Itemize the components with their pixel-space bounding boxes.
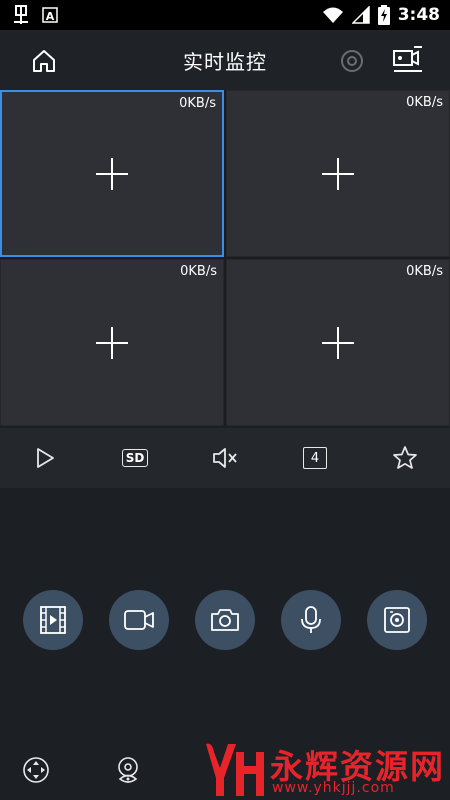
notification-app-icon (14, 5, 28, 24)
favorite-star-icon (393, 446, 417, 469)
split-screen-button[interactable]: 4 (295, 438, 335, 478)
video-cell-4[interactable]: 0KB/s (226, 259, 450, 426)
status-bar: A 3:48 (0, 0, 450, 30)
video-cell-3[interactable]: 0KB/s (0, 259, 224, 426)
mute-icon (213, 448, 237, 468)
status-time: 3:48 (397, 5, 440, 25)
signal-icon (351, 6, 370, 24)
playback-controls: SD 4 (0, 428, 450, 488)
add-channel-icon[interactable] (322, 326, 354, 359)
play-button[interactable] (25, 438, 65, 478)
record-icon (124, 610, 154, 630)
watermark: 永辉资源网 www.yhkjjj.com (200, 738, 450, 800)
watermark-url: www.yhkjjj.com (272, 780, 395, 796)
ptz-icon (384, 607, 410, 633)
play-icon (37, 448, 54, 468)
app-header: 实时监控 (0, 30, 450, 90)
video-cell-1[interactable]: 0KB/s (0, 90, 224, 257)
add-channel-icon[interactable] (96, 157, 128, 190)
direction-icon[interactable] (20, 754, 52, 786)
video-cell-2[interactable]: 0KB/s (226, 90, 450, 257)
video-grid: 0KB/s 0KB/s 0KB/s 0KB/s (0, 90, 450, 426)
add-channel-icon[interactable] (96, 326, 128, 359)
svg-text:A: A (46, 10, 55, 23)
battery-charging-icon (377, 5, 390, 25)
quality-button[interactable]: SD (115, 438, 155, 478)
bitrate-label: 0KB/s (406, 95, 443, 110)
page-title: 实时监控 (183, 49, 267, 74)
snapshot-button[interactable] (195, 590, 255, 650)
microphone-icon (301, 606, 321, 633)
bitrate-label: 0KB/s (179, 96, 216, 111)
font-a-icon: A (42, 7, 58, 23)
wifi-icon (322, 7, 343, 23)
watermark-logo-icon (206, 743, 264, 796)
video-playback-icon (40, 606, 66, 634)
action-buttons (0, 590, 450, 650)
home-icon[interactable] (30, 47, 58, 75)
record-button[interactable] (109, 590, 169, 650)
bitrate-label: 0KB/s (406, 264, 443, 279)
preset-eye-icon[interactable] (112, 754, 144, 786)
bitrate-label: 0KB/s (180, 264, 217, 279)
sd-quality-icon: SD (121, 449, 149, 467)
snapshot-camera-icon (211, 609, 239, 631)
favorite-button[interactable] (385, 438, 425, 478)
talk-button[interactable] (281, 590, 341, 650)
settings-icon[interactable] (338, 47, 366, 75)
video-playback-button[interactable] (23, 590, 83, 650)
ptz-button[interactable] (367, 590, 427, 650)
mute-button[interactable] (205, 438, 245, 478)
split-4-icon: 4 (303, 447, 327, 469)
add-channel-icon[interactable] (322, 157, 354, 190)
device-list-icon[interactable] (392, 45, 424, 75)
